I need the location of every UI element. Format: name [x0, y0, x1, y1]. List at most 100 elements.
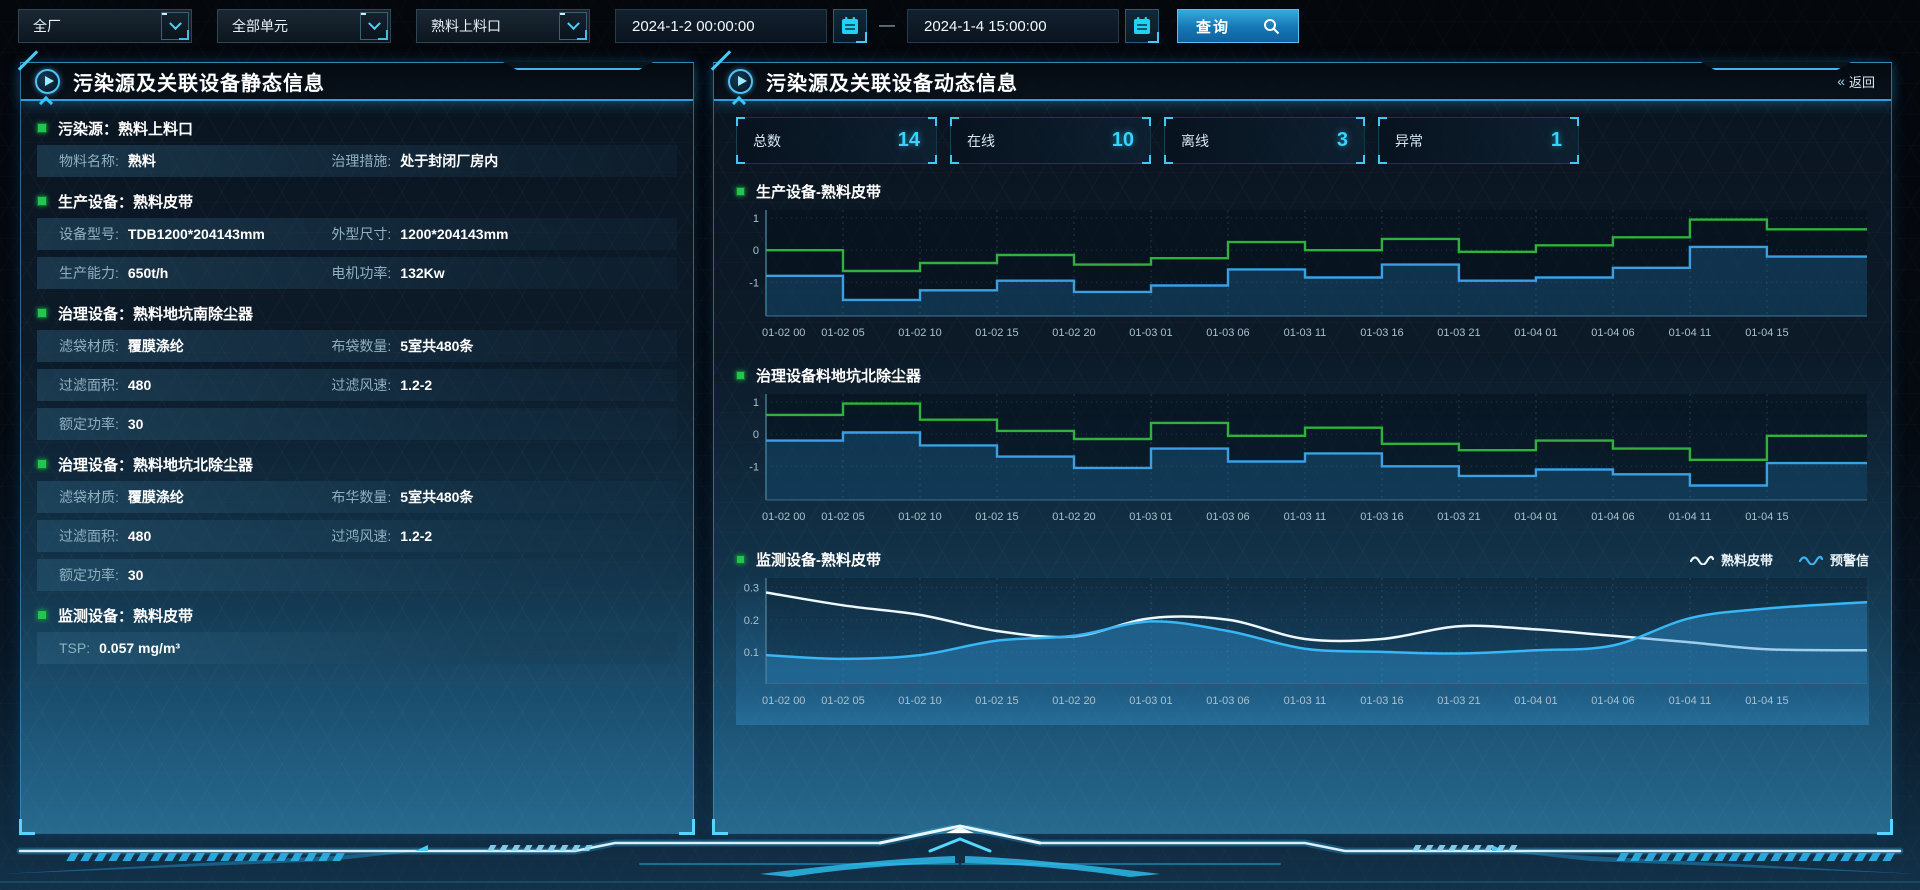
- info-value: 480: [128, 528, 151, 544]
- select-plant[interactable]: 全厂: [18, 9, 192, 43]
- info-value: 0.057 mg/m³: [99, 640, 180, 656]
- back-button-label: 返回: [1849, 72, 1875, 91]
- double-chevron-left-icon: «: [1837, 73, 1843, 89]
- info-label: 滤袋材质:: [59, 487, 119, 507]
- wave-line-icon: [1690, 553, 1714, 565]
- end-date-field[interactable]: 2024-1-4 15:00:00: [907, 9, 1119, 43]
- chevron-down-icon[interactable]: [161, 12, 189, 40]
- chart-title-text: 监测设备-熟料皮带: [756, 549, 881, 570]
- query-button-label: 查询: [1196, 16, 1230, 37]
- svg-text:-1: -1: [749, 461, 759, 473]
- info-row: 过滤面积: 480 过滤风速:1.2-2: [37, 369, 677, 401]
- info-label: 布袋数量:: [331, 336, 391, 356]
- info-value: 30: [128, 416, 144, 432]
- info-row: 过滤面积:480过鸿风速:1.2-2: [37, 520, 677, 552]
- info-pair: 布袋数量: 5室共480条: [331, 336, 473, 356]
- svg-text:01-02 20: 01-02 20: [1052, 327, 1095, 339]
- info-row: 生产能力:650t/h电机功率:132Kw: [37, 257, 677, 289]
- info-label: 过鸿风速:: [331, 526, 391, 546]
- info-row: 滤袋材质: 覆膜涤纶 布华数量:5室共480条: [37, 481, 677, 513]
- charts-area: 生产设备-熟料皮带 1 0 -1 01-02 00 01-02 05 01-02 10 01-…: [736, 178, 1869, 725]
- info-pair: 过滤面积:480: [59, 526, 151, 546]
- corner-bracket: [712, 819, 728, 835]
- stat-label: 在线: [967, 131, 995, 151]
- back-button[interactable]: « 返回: [1837, 63, 1875, 99]
- green-square-icon: [736, 187, 745, 196]
- legend-item[interactable]: 熟料皮带: [1690, 550, 1773, 569]
- info-value: 5室共480条: [400, 336, 473, 356]
- info-pair: 布华数量:5室共480条: [331, 487, 473, 507]
- corner-bracket: [950, 117, 959, 126]
- svg-text:01-02 10: 01-02 10: [898, 327, 941, 339]
- info-value: 处于封闭厂房内: [400, 151, 498, 171]
- corner-bracket: [19, 819, 35, 835]
- chart-block-1: 治理设备料地坑北除尘器10-101-02 0001-02 0501-02 100…: [736, 362, 1869, 541]
- date-range-end: 2024-1-4 15:00:00: [907, 9, 1159, 43]
- info-pair: 设备型号:TDB1200*204143mm: [59, 224, 265, 244]
- svg-text:1: 1: [753, 213, 759, 225]
- svg-text:01-04 11: 01-04 11: [1669, 695, 1712, 707]
- info-pair: 额定功率:30: [59, 565, 143, 585]
- dynamic-info-panel-title: 污染源及关联设备动态信息: [766, 67, 1018, 96]
- info-value: 650t/h: [128, 265, 168, 281]
- legend-label: 预警信: [1830, 550, 1869, 569]
- info-pair: 过滤风速:1.2-2: [331, 375, 432, 395]
- corner-bracket: [1164, 155, 1173, 164]
- chart-title: 生产设备-熟料皮带: [736, 178, 1869, 204]
- info-label: 滤袋材质:: [59, 336, 119, 356]
- info-label: 布华数量:: [331, 487, 391, 507]
- date-range-start: 2024-1-2 00:00:00: [615, 9, 867, 43]
- legend-item[interactable]: 预警信: [1799, 550, 1869, 569]
- info-label: 额定功率:: [59, 414, 119, 434]
- stat-label: 离线: [1181, 131, 1209, 151]
- info-label: 外型尺寸:: [331, 224, 391, 244]
- corner-bracket: [1356, 117, 1365, 126]
- calendar-button[interactable]: [833, 9, 867, 43]
- chart-canvas-2: 0.30.20.101-02 0001-02 0501-02 1001-02 1…: [736, 572, 1871, 720]
- select-pollution-source[interactable]: 熟料上料口: [416, 9, 590, 43]
- green-square-icon: [37, 610, 47, 620]
- info-row: 额定功率:30: [37, 559, 677, 591]
- info-value: TDB1200*204143mm: [128, 226, 265, 242]
- info-value: 1200*204143mm: [400, 226, 508, 242]
- legend-label: 熟料皮带: [1721, 550, 1773, 569]
- chart-title-text: 生产设备-熟料皮带: [756, 181, 881, 202]
- svg-text:0.2: 0.2: [744, 615, 759, 627]
- chevron-down-icon[interactable]: [559, 12, 587, 40]
- svg-text:01-02 05: 01-02 05: [821, 327, 864, 339]
- query-button[interactable]: 查询: [1177, 9, 1299, 43]
- select-pollution-source-value: 熟料上料口: [417, 16, 501, 36]
- svg-text:0: 0: [753, 429, 759, 441]
- svg-text:01-04 15: 01-04 15: [1745, 511, 1788, 523]
- stat-value: 10: [1112, 129, 1134, 152]
- calendar-button[interactable]: [1125, 9, 1159, 43]
- chevron-down-icon[interactable]: [360, 12, 388, 40]
- section-header: 生产设备：熟料皮带: [37, 184, 677, 218]
- svg-text:01-02 00: 01-02 00: [762, 695, 805, 707]
- info-value: 480: [128, 377, 151, 393]
- svg-text:01-03 16: 01-03 16: [1360, 511, 1403, 523]
- chart-wrap: 10-101-02 0001-02 0501-02 1001-02 1501-0…: [736, 388, 1869, 541]
- info-row: 滤袋材质:覆膜涤纶布袋数量:5室共480条: [37, 330, 677, 362]
- stat-value: 3: [1337, 129, 1348, 152]
- svg-text:0.1: 0.1: [744, 647, 759, 659]
- info-label: 过滤面积:: [59, 375, 119, 395]
- search-icon: [1263, 18, 1280, 35]
- stat-card: 异常1: [1378, 117, 1579, 164]
- chart-legend: 熟料皮带 预警信: [1664, 550, 1869, 569]
- info-pair: TSP:0.057 mg/m³: [59, 640, 180, 656]
- select-unit[interactable]: 全部单元: [217, 9, 391, 43]
- green-square-icon: [37, 459, 47, 469]
- svg-text:01-03 06: 01-03 06: [1206, 511, 1249, 523]
- start-date-field[interactable]: 2024-1-2 00:00:00: [615, 9, 827, 43]
- section-header: 监测设备：熟料皮带: [37, 598, 677, 632]
- wave-line-icon: [1799, 553, 1823, 565]
- svg-text:0: 0: [753, 245, 759, 257]
- dynamic-info-panel: 污染源及关联设备动态信息 « 返回 总数14在线10离线3异常1 生产设备-熟料…: [713, 62, 1892, 834]
- dynamic-info-panel-header: 污染源及关联设备动态信息 « 返回: [714, 63, 1891, 101]
- device-stats-row: 总数14在线10离线3异常1: [736, 117, 1869, 164]
- corner-bracket: [679, 819, 695, 835]
- static-info-panel-title: 污染源及关联设备静态信息: [73, 67, 325, 96]
- info-pair: 治理措施:处于封闭厂房内: [331, 151, 498, 171]
- info-value: 覆膜涤纶: [128, 487, 184, 507]
